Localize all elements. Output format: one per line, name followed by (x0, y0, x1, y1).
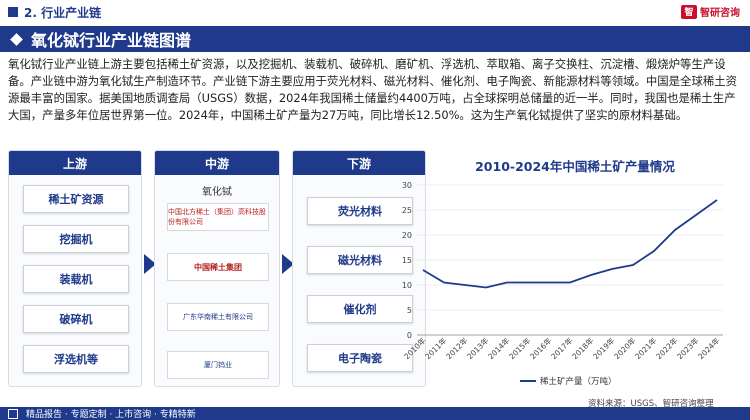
midstream-product: 氧化铽 (202, 187, 232, 198)
series-line (422, 199, 718, 289)
company-logo: 中国北方稀土（集团）高科技股份有限公司 (167, 203, 269, 231)
x-tick-label: 2023年 (675, 335, 701, 361)
x-tick-label: 2011年 (423, 335, 449, 361)
upstream-item: 装载机 (23, 265, 129, 293)
intro-paragraph: 氧化铽行业产业链上游主要包括稀土矿资源，以及挖掘机、装载机、破碎机、磨矿机、浮选… (8, 57, 738, 122)
x-tick-label: 2024年 (696, 335, 722, 361)
y-tick-label: 15 (402, 256, 412, 265)
upstream-item: 浮选机等 (23, 345, 129, 373)
x-tick-label: 2010年 (402, 335, 428, 361)
legend-label: 稀土矿产量（万吨） (540, 377, 617, 387)
brand-logo[interactable]: 智 智研咨询 (681, 4, 740, 19)
company-logo: 广东华南稀土有限公司 (167, 303, 269, 331)
chart-legend: 稀土矿产量（万吨） (520, 375, 617, 387)
top-header: 2. 行业产业链 智 智研咨询 (0, 0, 750, 24)
downstream-header: 下游 (293, 151, 425, 175)
x-tick-label: 2021年 (633, 335, 659, 361)
x-tick-label: 2019年 (591, 335, 617, 361)
x-tick-label: 2018年 (570, 335, 596, 361)
x-tick-label: 2014年 (486, 335, 512, 361)
y-tick-label: 10 (402, 281, 412, 290)
y-tick-label: 0 (407, 331, 412, 340)
x-tick-label: 2012年 (444, 335, 470, 361)
title-bar: 氧化铽行业产业链图谱 (0, 26, 750, 52)
company-logo: 中国稀土集团 (167, 253, 269, 281)
x-tick-label: 2022年 (654, 335, 680, 361)
section-title: 2. 行业产业链 (24, 5, 102, 20)
upstream-header: 上游 (9, 151, 141, 175)
chart-title: 2010-2024年中国稀土矿产量情况 (475, 159, 675, 174)
upstream-item: 挖掘机 (23, 225, 129, 253)
footer-text: 精品报告 · 专题定制 · 上市咨询 · 专精特新 (26, 410, 196, 420)
x-tick-label: 2016年 (528, 335, 554, 361)
logo-icon: 智 (681, 4, 697, 19)
x-tick-label: 2017年 (549, 335, 575, 361)
x-tick-label: 2015年 (507, 335, 533, 361)
midstream-column: 中游 氧化铽 中国北方稀土（集团）高科技股份有限公司 中国稀土集团 广东华南稀土… (154, 150, 280, 387)
x-tick-label: 2020年 (612, 335, 638, 361)
section-marker-icon (8, 7, 18, 17)
y-tick-label: 5 (407, 306, 412, 315)
company-logo: 厦门钨业 (167, 351, 269, 379)
upstream-column: 上游 稀土矿资源 挖掘机 装载机 破碎机 浮选机等 (8, 150, 142, 387)
page-title: 氧化铽行业产业链图谱 (31, 31, 192, 50)
line-chart: 0510152025302010年2011年2012年2013年2014年201… (402, 181, 723, 361)
footer-bar: 精品报告 · 专题定制 · 上市咨询 · 专精特新 (0, 407, 750, 420)
upstream-item: 稀土矿资源 (23, 185, 129, 213)
diamond-icon (10, 32, 23, 46)
y-tick-label: 20 (402, 231, 412, 240)
logo-text: 智研咨询 (700, 8, 740, 19)
x-tick-label: 2013年 (465, 335, 491, 361)
footer-icon (8, 408, 18, 419)
midstream-header: 中游 (155, 151, 279, 175)
y-tick-label: 25 (402, 206, 412, 215)
upstream-item: 破碎机 (23, 305, 129, 333)
y-tick-label: 30 (402, 181, 412, 190)
legend-swatch (520, 380, 536, 382)
